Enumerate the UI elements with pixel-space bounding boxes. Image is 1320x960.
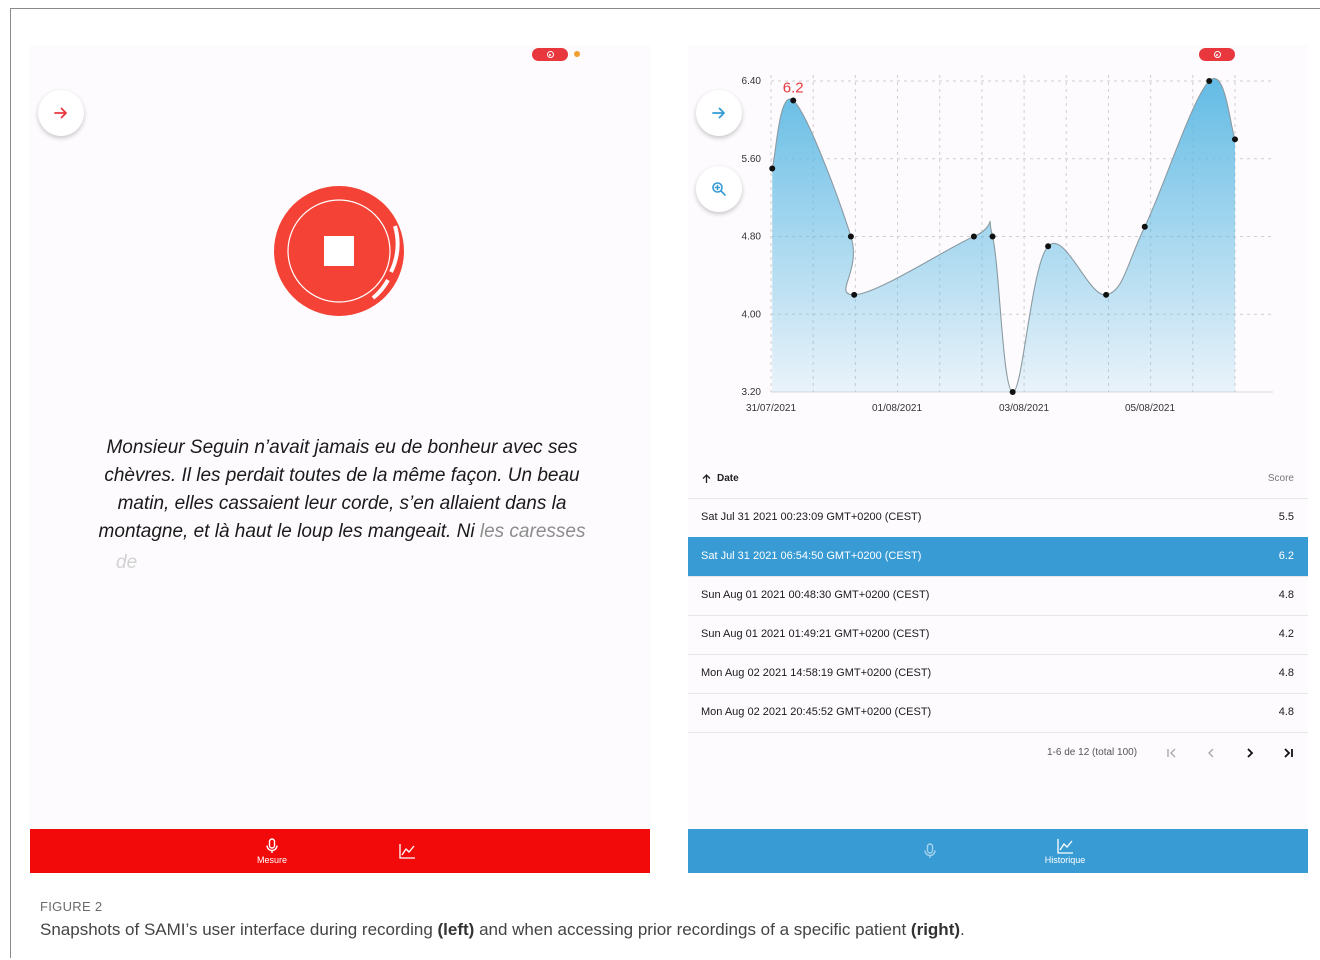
table-row[interactable]: Mon Aug 02 2021 20:45:52 GMT+0200 (CEST)… <box>688 693 1308 733</box>
data-point <box>1045 243 1052 250</box>
x-tick-label: 01/08/2021 <box>872 403 922 414</box>
chevron-left-icon <box>1208 748 1214 758</box>
arrow-right-icon <box>54 107 67 119</box>
row-date: Sun Aug 01 2021 01:49:21 GMT+0200 (CEST) <box>701 628 930 640</box>
recording-indicator <box>532 48 568 61</box>
figure-label: FIGURE 2 <box>40 899 103 914</box>
x-tick-label: 05/08/2021 <box>1125 403 1175 414</box>
stop-icon <box>324 236 354 266</box>
row-score: 6.2 <box>1278 550 1294 562</box>
data-point <box>851 291 858 298</box>
nav-measure-label: Mesure <box>256 854 287 865</box>
next-page-button[interactable] <box>1239 742 1261 764</box>
recordings-table: Date Score Sat Jul 31 2021 00:23:09 GMT+… <box>688 460 1308 773</box>
mic-icon <box>266 837 278 853</box>
row-date: Mon Aug 02 2021 20:45:52 GMT+0200 (CEST) <box>701 706 932 718</box>
zoom-in-icon <box>712 182 726 196</box>
mic-icon <box>924 843 936 858</box>
y-tick-label: 6.40 <box>742 76 762 87</box>
y-tick-label: 4.80 <box>742 232 762 243</box>
x-tick-label: 03/08/2021 <box>999 403 1049 414</box>
reading-text-upcoming: les <box>479 521 505 542</box>
bottom-navigation: Mesure <box>30 829 650 873</box>
arrow-right-icon <box>712 107 725 119</box>
y-tick-label: 5.60 <box>742 154 762 165</box>
score-column-label[interactable]: Score <box>1268 473 1294 484</box>
forward-button[interactable] <box>696 90 742 136</box>
forward-button[interactable] <box>38 90 84 136</box>
table-row[interactable]: Sat Jul 31 2021 06:54:50 GMT+0200 (CEST)… <box>688 537 1308 576</box>
sort-date-header[interactable]: Date <box>702 473 739 484</box>
last-page-icon <box>1284 748 1293 758</box>
score-chart: 6.40 5.60 4.80 4.00 3.20 31/07/2021 01/08/202… <box>742 75 1273 414</box>
nav-history[interactable]: Historique <box>1005 829 1125 873</box>
nav-measure[interactable] <box>870 829 990 873</box>
nav-measure[interactable]: Mesure <box>212 829 332 873</box>
chevron-right-icon <box>1247 748 1254 758</box>
table-row[interactable]: Sat Jul 31 2021 00:23:09 GMT+0200 (CEST)… <box>688 498 1308 537</box>
last-page-button[interactable] <box>1277 742 1299 764</box>
y-tick-label: 4.00 <box>742 309 762 320</box>
bottom-navigation: Historique <box>688 829 1308 873</box>
table-header: Date Score <box>688 460 1308 498</box>
x-tick-label: 31/07/2021 <box>746 403 796 414</box>
history-screen: 6.40 5.60 4.80 4.00 3.20 31/07/2021 01/08/202… <box>688 45 1308 873</box>
data-point <box>989 233 996 240</box>
first-page-icon <box>1167 748 1176 758</box>
caption-part-3: . <box>960 920 965 939</box>
data-point <box>1103 291 1110 298</box>
row-score: 4.8 <box>1278 706 1294 718</box>
arrow-up-icon <box>702 473 711 483</box>
pagination: 1-6 de 12 (total 100) <box>688 733 1308 773</box>
chart-icon <box>1057 838 1073 854</box>
data-point <box>1232 136 1238 143</box>
caption-part-2: and when accessing prior recordings of a… <box>474 920 911 939</box>
chart-icon <box>399 844 415 859</box>
reading-text-upcoming-2: caresses <box>509 521 586 542</box>
reading-text-main: Monsieur Seguin n’avait jamais eu de bon… <box>98 437 580 542</box>
chart-highlight-label: 6.2 <box>783 79 804 96</box>
first-page-button[interactable] <box>1161 742 1183 764</box>
table-row[interactable]: Sun Aug 01 2021 01:49:21 GMT+0200 (CEST)… <box>688 615 1308 654</box>
table-row[interactable]: Mon Aug 02 2021 14:58:19 GMT+0200 (CEST)… <box>688 654 1308 693</box>
record-dot-icon <box>546 51 554 58</box>
nav-history[interactable] <box>347 829 467 873</box>
figure-caption: Snapshots of SAMI’s user interface durin… <box>40 920 965 940</box>
y-tick-label: 3.20 <box>742 387 762 398</box>
data-point <box>1206 78 1213 84</box>
table-row[interactable]: Sun Aug 01 2021 00:48:30 GMT+0200 (CEST)… <box>688 576 1308 615</box>
data-point <box>790 97 797 104</box>
row-score: 4.2 <box>1278 628 1294 640</box>
recording-screen: Monsieur Seguin n’avait jamais eu de bon… <box>30 45 650 873</box>
reading-text: Monsieur Seguin n’avait jamais eu de bon… <box>92 434 592 546</box>
nav-history-label: Historique <box>1044 854 1086 865</box>
row-date: Sun Aug 01 2021 00:48:30 GMT+0200 (CEST) <box>701 589 930 601</box>
pagination-label: 1-6 de 12 (total 100) <box>1047 747 1138 758</box>
data-point <box>970 233 977 240</box>
date-column-label: Date <box>717 473 739 484</box>
data-point <box>1009 389 1016 395</box>
status-dot <box>574 51 580 57</box>
caption-bold-1: (left) <box>437 920 475 939</box>
row-date: Sat Jul 31 2021 06:54:50 GMT+0200 (CEST) <box>701 550 922 562</box>
data-point <box>1141 223 1148 230</box>
row-score: 4.8 <box>1278 589 1294 601</box>
caption-part-1: Snapshots of SAMI’s user interface durin… <box>40 920 438 939</box>
data-point <box>769 165 776 172</box>
caption-bold-2: (right) <box>910 920 961 939</box>
zoom-button[interactable] <box>696 166 742 212</box>
stop-recording-button[interactable] <box>273 186 407 320</box>
reading-text-trailing: de <box>116 552 138 573</box>
row-score: 5.5 <box>1278 511 1294 523</box>
data-point <box>847 233 854 240</box>
row-score: 4.8 <box>1278 667 1294 679</box>
row-date: Mon Aug 02 2021 14:58:19 GMT+0200 (CEST) <box>701 667 932 679</box>
previous-page-button[interactable] <box>1200 742 1222 764</box>
row-date: Sat Jul 31 2021 00:23:09 GMT+0200 (CEST) <box>701 511 922 523</box>
